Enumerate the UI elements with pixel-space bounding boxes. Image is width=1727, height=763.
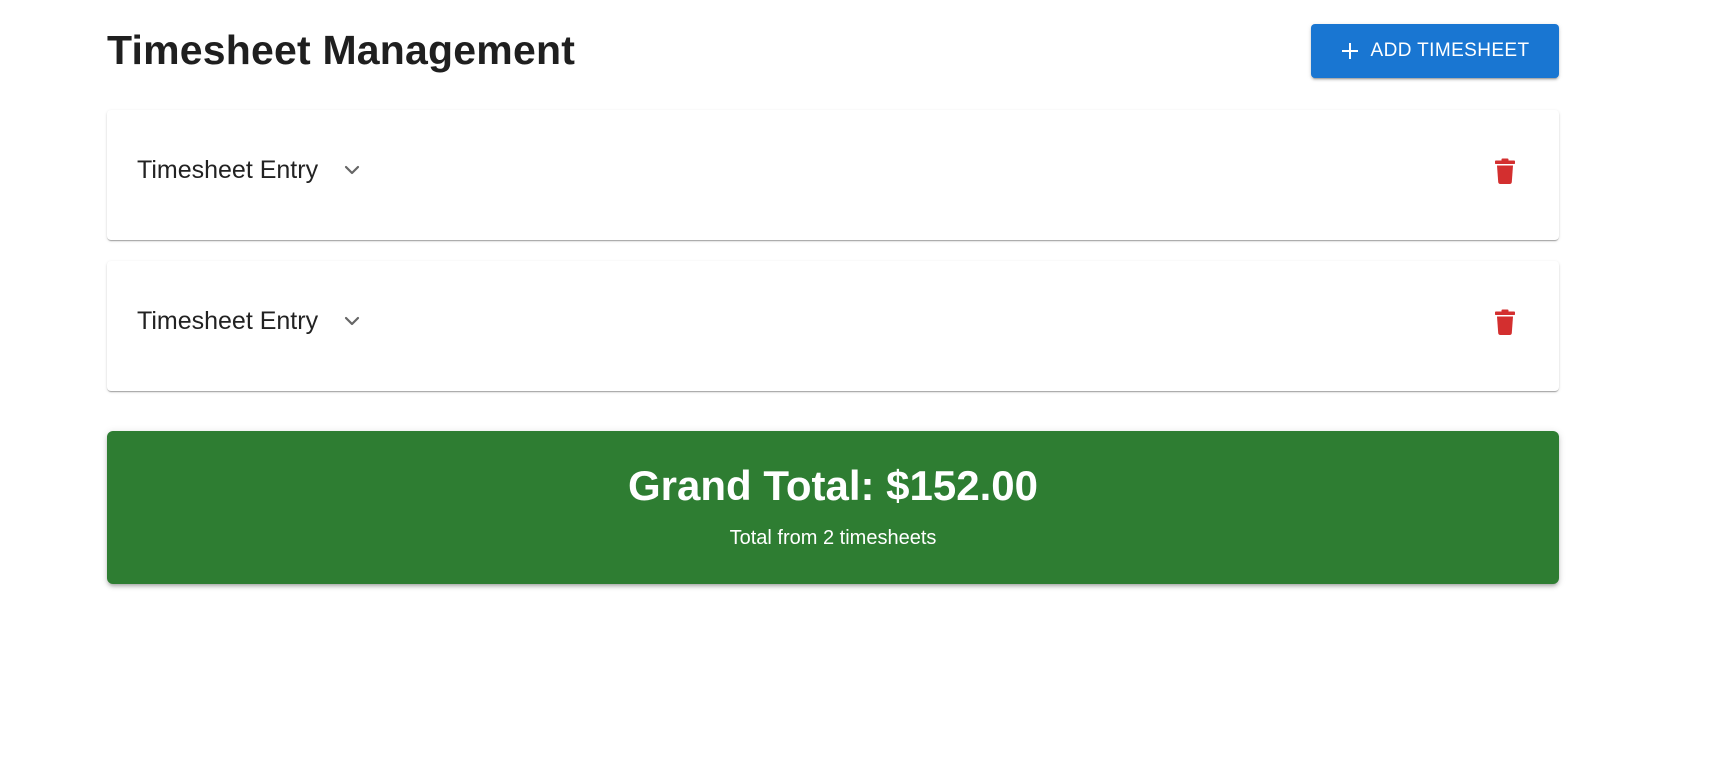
chevron-down-icon[interactable]	[344, 165, 360, 175]
timesheet-title: Timesheet Entry	[137, 156, 319, 184]
timesheet-expand-toggle[interactable]: Timesheet Entry	[137, 154, 360, 186]
timesheet-expand-toggle[interactable]: Timesheet Entry	[137, 305, 360, 337]
grand-total-value: Grand Total: $152.00	[627, 462, 1039, 509]
timesheet-title: Timesheet Entry	[137, 307, 319, 335]
plus-icon	[1341, 42, 1359, 60]
grand-total-card: Grand Total: $152.00 Total from 2 timesh…	[107, 431, 1559, 584]
main-content: Timesheet Management ADD TIMESHEET Times…	[107, 0, 1559, 584]
trash-icon	[1495, 158, 1515, 187]
add-timesheet-label: ADD TIMESHEET	[1370, 40, 1530, 61]
trash-icon	[1495, 309, 1515, 338]
page-title: Timesheet Management	[107, 27, 576, 73]
timesheet-card: Timesheet Entry	[107, 110, 1559, 240]
delete-timesheet-button[interactable]	[1481, 148, 1529, 196]
timesheet-card: Timesheet Entry	[107, 261, 1559, 391]
page-header: Timesheet Management ADD TIMESHEET	[107, 0, 1559, 110]
grand-total-caption: Total from 2 timesheets	[729, 527, 937, 549]
add-timesheet-button[interactable]: ADD TIMESHEET	[1311, 24, 1559, 78]
delete-timesheet-button[interactable]	[1481, 299, 1529, 347]
chevron-down-icon[interactable]	[344, 316, 360, 326]
